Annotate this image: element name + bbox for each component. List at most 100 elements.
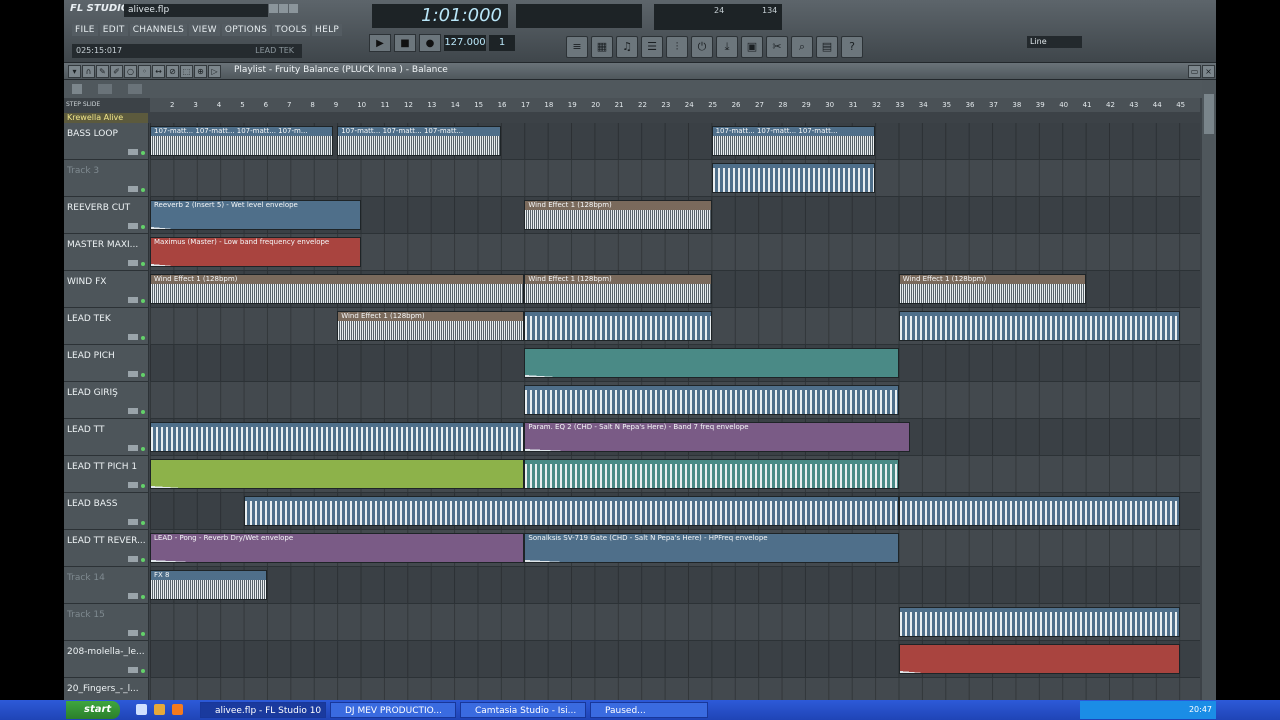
show-desktop-icon[interactable] [136,704,147,715]
render-icon[interactable]: ⤓ [716,36,738,58]
track-header[interactable]: LEAD TEK [64,308,149,345]
vertical-scrollbar[interactable] [1202,80,1216,700]
track-header[interactable]: WIND FX [64,271,149,308]
mixer-link-icon[interactable] [128,334,138,340]
pattern-block[interactable] [150,459,525,489]
track-lane[interactable] [150,382,1200,419]
snap-icon[interactable] [98,84,112,94]
task-camtasia[interactable]: Camtasia Studio - Isi... [460,702,586,718]
timeline-ruler[interactable]: 2 3 4 5 6 7 8 9 10 11 12 13 14 15 16 17 18 19 20 21 22 23 24 25… [150,98,1200,112]
track-enable-icon[interactable] [141,484,145,488]
track-header[interactable]: LEAD TT REVER... [64,530,149,567]
pattern-block[interactable] [524,459,899,489]
track-lane[interactable]: Wind Effect 1 (128bpm) [150,308,1200,345]
track-header[interactable]: REEVERB CUT [64,197,149,234]
track-lane[interactable] [150,160,1200,197]
track-enable-icon[interactable] [141,632,145,636]
playlist-clip[interactable]: Param. EQ 2 (CHD - Salt N Pepa's Here) -… [524,422,911,452]
menu-tools[interactable]: TOOLS [272,24,311,36]
playlist-clip[interactable]: Wind Effect 1 (128bpm) [150,274,525,304]
track-header[interactable]: LEAD TT PICH 1 [64,456,149,493]
close-icon[interactable] [289,4,298,13]
track-lane[interactable] [150,493,1200,530]
task-chrome[interactable]: DJ MEV PRODUCTIO... [330,702,456,718]
track-lane[interactable]: Wind Effect 1 (128bpm) Wind Effect 1 (128… [150,271,1200,308]
start-button[interactable]: start [66,701,120,719]
track-header[interactable]: 208-molella-_le... [64,641,149,678]
mixer-link-icon[interactable] [128,593,138,599]
mixer-link-icon[interactable] [128,445,138,451]
menu-channels[interactable]: CHANNELS [129,24,188,36]
track-enable-icon[interactable] [141,188,145,192]
menu-help[interactable]: HELP [312,24,343,36]
track-enable-icon[interactable] [141,299,145,303]
playback-tool-icon[interactable]: ▷ [208,65,221,78]
track-header[interactable]: Track 3 [64,160,149,197]
track-lane[interactable] [150,604,1200,641]
track-enable-icon[interactable] [141,447,145,451]
slice-tool-icon[interactable]: ⊘ [166,65,179,78]
playlist-clip[interactable]: Maximus (Master) - Low band frequency en… [150,237,361,267]
help-icon[interactable]: ? [841,36,863,58]
playlist-clip[interactable]: Reeverb 2 (Insert 5) - Wet level envelop… [150,200,361,230]
track-header[interactable]: LEAD GİRİŞ [64,382,149,419]
track-lane[interactable]: LEAD - Pong - Reverb Dry/Wet envelope Son… [150,530,1200,567]
playlist-clip[interactable]: Wind Effect 1 (128bpm) [898,274,1086,304]
track-lane[interactable] [150,678,1200,700]
mixer-link-icon[interactable] [128,630,138,636]
pattern-block[interactable] [711,163,876,193]
playlist-clip[interactable]: Sonalksis SV-719 Gate (CHD - Salt N Pepa… [524,533,899,563]
select-tool-icon[interactable]: ⬚ [180,65,193,78]
track-enable-icon[interactable] [141,595,145,599]
mixer-link-icon[interactable] [128,667,138,673]
pattern-block[interactable] [898,644,1180,674]
song-mode-icon[interactable] [128,84,142,94]
track-header[interactable]: Track 15 [64,604,149,641]
playlist-clip[interactable]: LEAD - Pong - Reverb Dry/Wet envelope [150,533,525,563]
chrome-icon[interactable] [154,704,165,715]
mute-tool-icon[interactable]: ◦ [138,65,151,78]
play-icon[interactable]: ▶ [369,34,391,52]
track-header[interactable]: 20_Fingers_-_l... [64,678,149,700]
maximize-icon[interactable] [279,4,288,13]
draw-tool-icon[interactable]: ✎ [96,65,109,78]
track-lane[interactable] [150,641,1200,678]
track-enable-icon[interactable] [141,669,145,673]
pattern-mode-icon[interactable] [72,84,82,94]
mixer-link-icon[interactable] [128,149,138,155]
pattern-selector[interactable]: 1 [489,35,515,51]
menu-view[interactable]: VIEW [189,24,220,36]
song-position-display[interactable]: 1:01:000 [372,4,508,28]
track-lane[interactable]: FX 8 [150,567,1200,604]
track-lane[interactable]: Param. EQ 2 (CHD - Salt N Pepa's Here) -… [150,419,1200,456]
zoom-tool-icon[interactable]: ⊕ [194,65,207,78]
track-enable-icon[interactable] [141,373,145,377]
stop-icon[interactable]: ■ [394,34,416,52]
pattern-block[interactable] [150,422,525,452]
pattern-block[interactable] [898,607,1180,637]
track-header[interactable]: LEAD PICH [64,345,149,382]
mixer-link-icon[interactable] [128,371,138,377]
pattern-block[interactable] [524,385,899,415]
track-enable-icon[interactable] [141,336,145,340]
track-enable-icon[interactable] [141,521,145,525]
delete-tool-icon[interactable]: ○ [124,65,137,78]
track-lane[interactable]: 107-matt... 107-matt... 107-matt... 107-… [150,123,1200,160]
mixer-link-icon[interactable] [128,260,138,266]
track-lane[interactable] [150,456,1200,493]
piano-roll-icon[interactable]: ♫ [616,36,638,58]
track-header[interactable]: LEAD TT [64,419,149,456]
pattern-block[interactable] [524,311,712,341]
track-enable-icon[interactable] [141,262,145,266]
menu-edit[interactable]: EDIT [99,24,128,36]
mixer-link-icon[interactable] [128,519,138,525]
browser-icon[interactable]: ☰ [641,36,663,58]
record-icon[interactable]: ● [419,34,441,52]
track-header[interactable]: LEAD BASS [64,493,149,530]
task-paused[interactable]: Paused... [590,702,708,718]
pattern-block[interactable] [898,496,1180,526]
header-track[interactable]: Krewella Alive [64,113,148,123]
mixer-link-icon[interactable] [128,482,138,488]
menu-options[interactable]: OPTIONS [221,24,271,36]
menu-file[interactable]: FILE [72,24,98,36]
